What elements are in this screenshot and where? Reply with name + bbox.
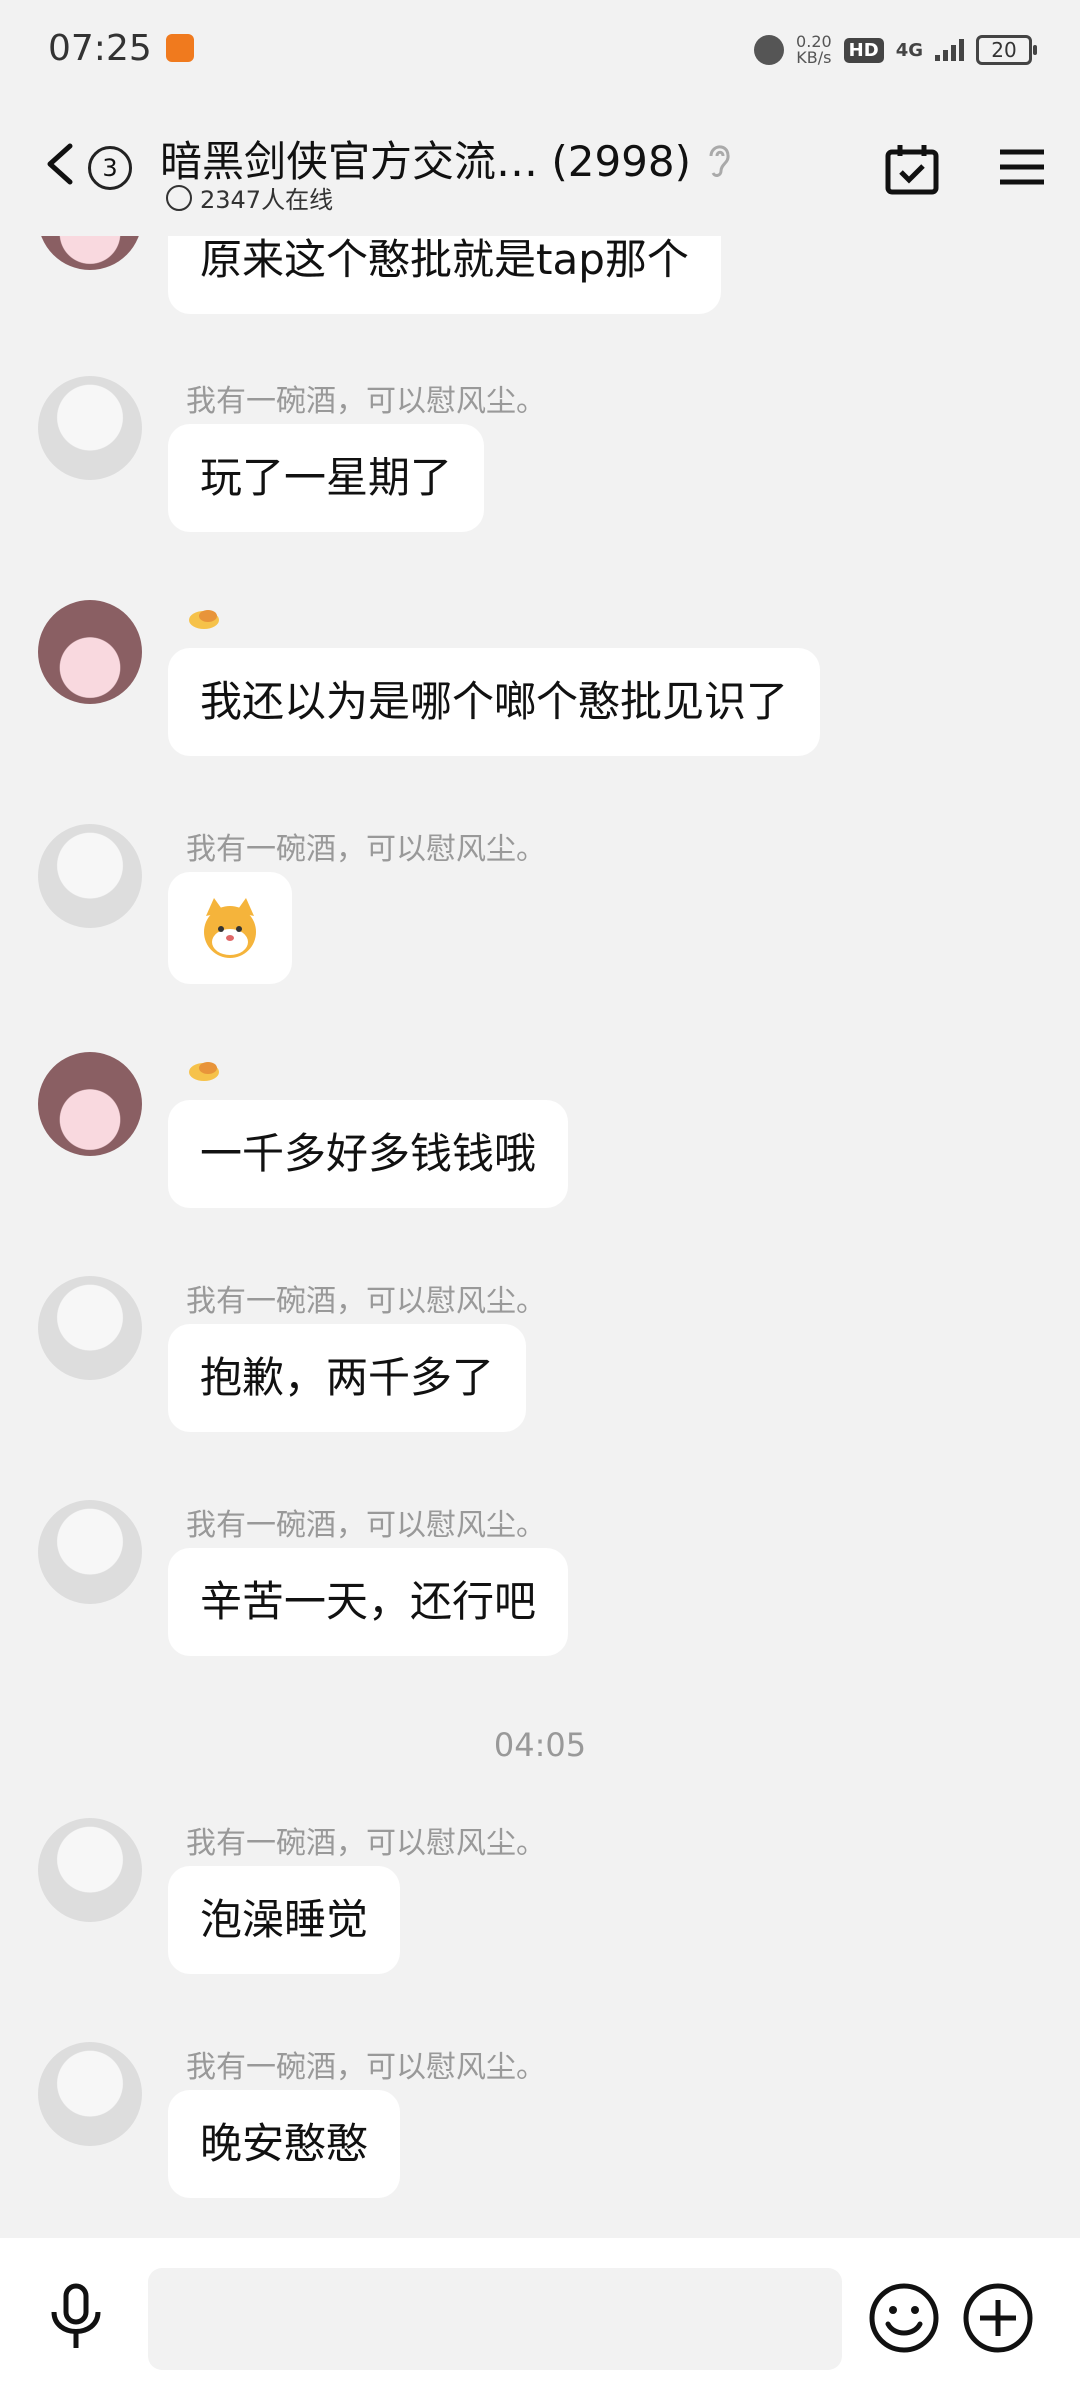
message-bubble[interactable]: 玩了一星期了 — [168, 424, 485, 532]
cat-sticker-icon — [204, 898, 256, 958]
online-status[interactable]: 2347人在线 — [166, 180, 333, 215]
network-type: 4G — [895, 39, 923, 61]
message-bubble[interactable]: 抱歉，两千多了 — [168, 1324, 527, 1432]
plus-icon[interactable] — [962, 2282, 1034, 2354]
sticker-message[interactable] — [168, 872, 292, 984]
ear-icon[interactable] — [703, 140, 733, 178]
menu-icon[interactable] — [998, 146, 1046, 188]
sender-name: 我有一碗酒，可以慰风尘。 — [186, 832, 546, 867]
battery-indicator: 20 — [976, 35, 1037, 65]
avatar[interactable] — [38, 600, 142, 704]
badge-icon — [189, 1062, 219, 1081]
timestamp: 04:05 — [493, 1726, 587, 1764]
avatar[interactable] — [38, 376, 142, 480]
avatar[interactable] — [38, 2042, 142, 2146]
sender-name: 我有一碗酒，可以慰风尘。 — [186, 1826, 546, 1861]
alarm-icon — [754, 35, 785, 65]
sender-name: 我有一碗酒，可以慰风尘。 — [186, 384, 546, 419]
signal-icon — [935, 39, 964, 61]
hd-badge: HD — [843, 37, 884, 63]
sender-name: 我有一碗酒，可以慰风尘。 — [186, 1508, 546, 1543]
avatar[interactable] — [38, 824, 142, 928]
message-bubble[interactable]: 一千多好多钱钱哦 — [168, 1100, 569, 1208]
badge-icon — [189, 610, 219, 629]
avatar[interactable] — [38, 1276, 142, 1380]
unread-count-badge[interactable]: 3 — [88, 146, 132, 190]
message-bubble[interactable]: 晚安憨憨 — [168, 2090, 401, 2198]
notification-icon — [166, 34, 194, 62]
message-input[interactable] — [148, 2268, 842, 2370]
chevron-down-icon — [166, 184, 192, 211]
avatar[interactable] — [38, 236, 142, 270]
message-bubble[interactable]: 泡澡睡觉 — [168, 1866, 401, 1974]
status-icons: 0.20 KB/s HD 4G 20 — [754, 30, 1037, 70]
sender-name: 我有一碗酒，可以慰风尘。 — [186, 2050, 546, 2085]
status-time: 07:25 — [48, 28, 152, 69]
back-icon[interactable] — [40, 142, 84, 186]
chat-header: 3 暗黑剑侠官方交流… (2998) 2347人在线 — [0, 100, 1080, 236]
avatar[interactable] — [38, 1818, 142, 1922]
message-list[interactable]: 原来这个憨批就是tap那个 我有一碗酒，可以慰风尘。 玩了一星期了 我还以为是哪… — [0, 236, 1080, 2230]
network-speed: 0.20 KB/s — [796, 32, 832, 67]
message-bubble[interactable]: 原来这个憨批就是tap那个 — [168, 236, 721, 314]
sender-name: 我有一碗酒，可以慰风尘。 — [186, 1284, 546, 1319]
calendar-check-icon[interactable] — [884, 142, 940, 196]
message-bubble[interactable]: 辛苦一天，还行吧 — [168, 1548, 569, 1656]
message-bubble[interactable]: 我还以为是哪个啷个憨批见识了 — [168, 648, 821, 756]
input-bar — [0, 2238, 1080, 2400]
online-count: 2347人在线 — [200, 186, 334, 214]
avatar[interactable] — [38, 1052, 142, 1156]
avatar[interactable] — [38, 1500, 142, 1604]
emoji-icon[interactable] — [868, 2282, 940, 2354]
mic-icon[interactable] — [46, 2282, 106, 2352]
status-bar: 07:25 0.20 KB/s HD 4G 20 — [0, 0, 1080, 100]
